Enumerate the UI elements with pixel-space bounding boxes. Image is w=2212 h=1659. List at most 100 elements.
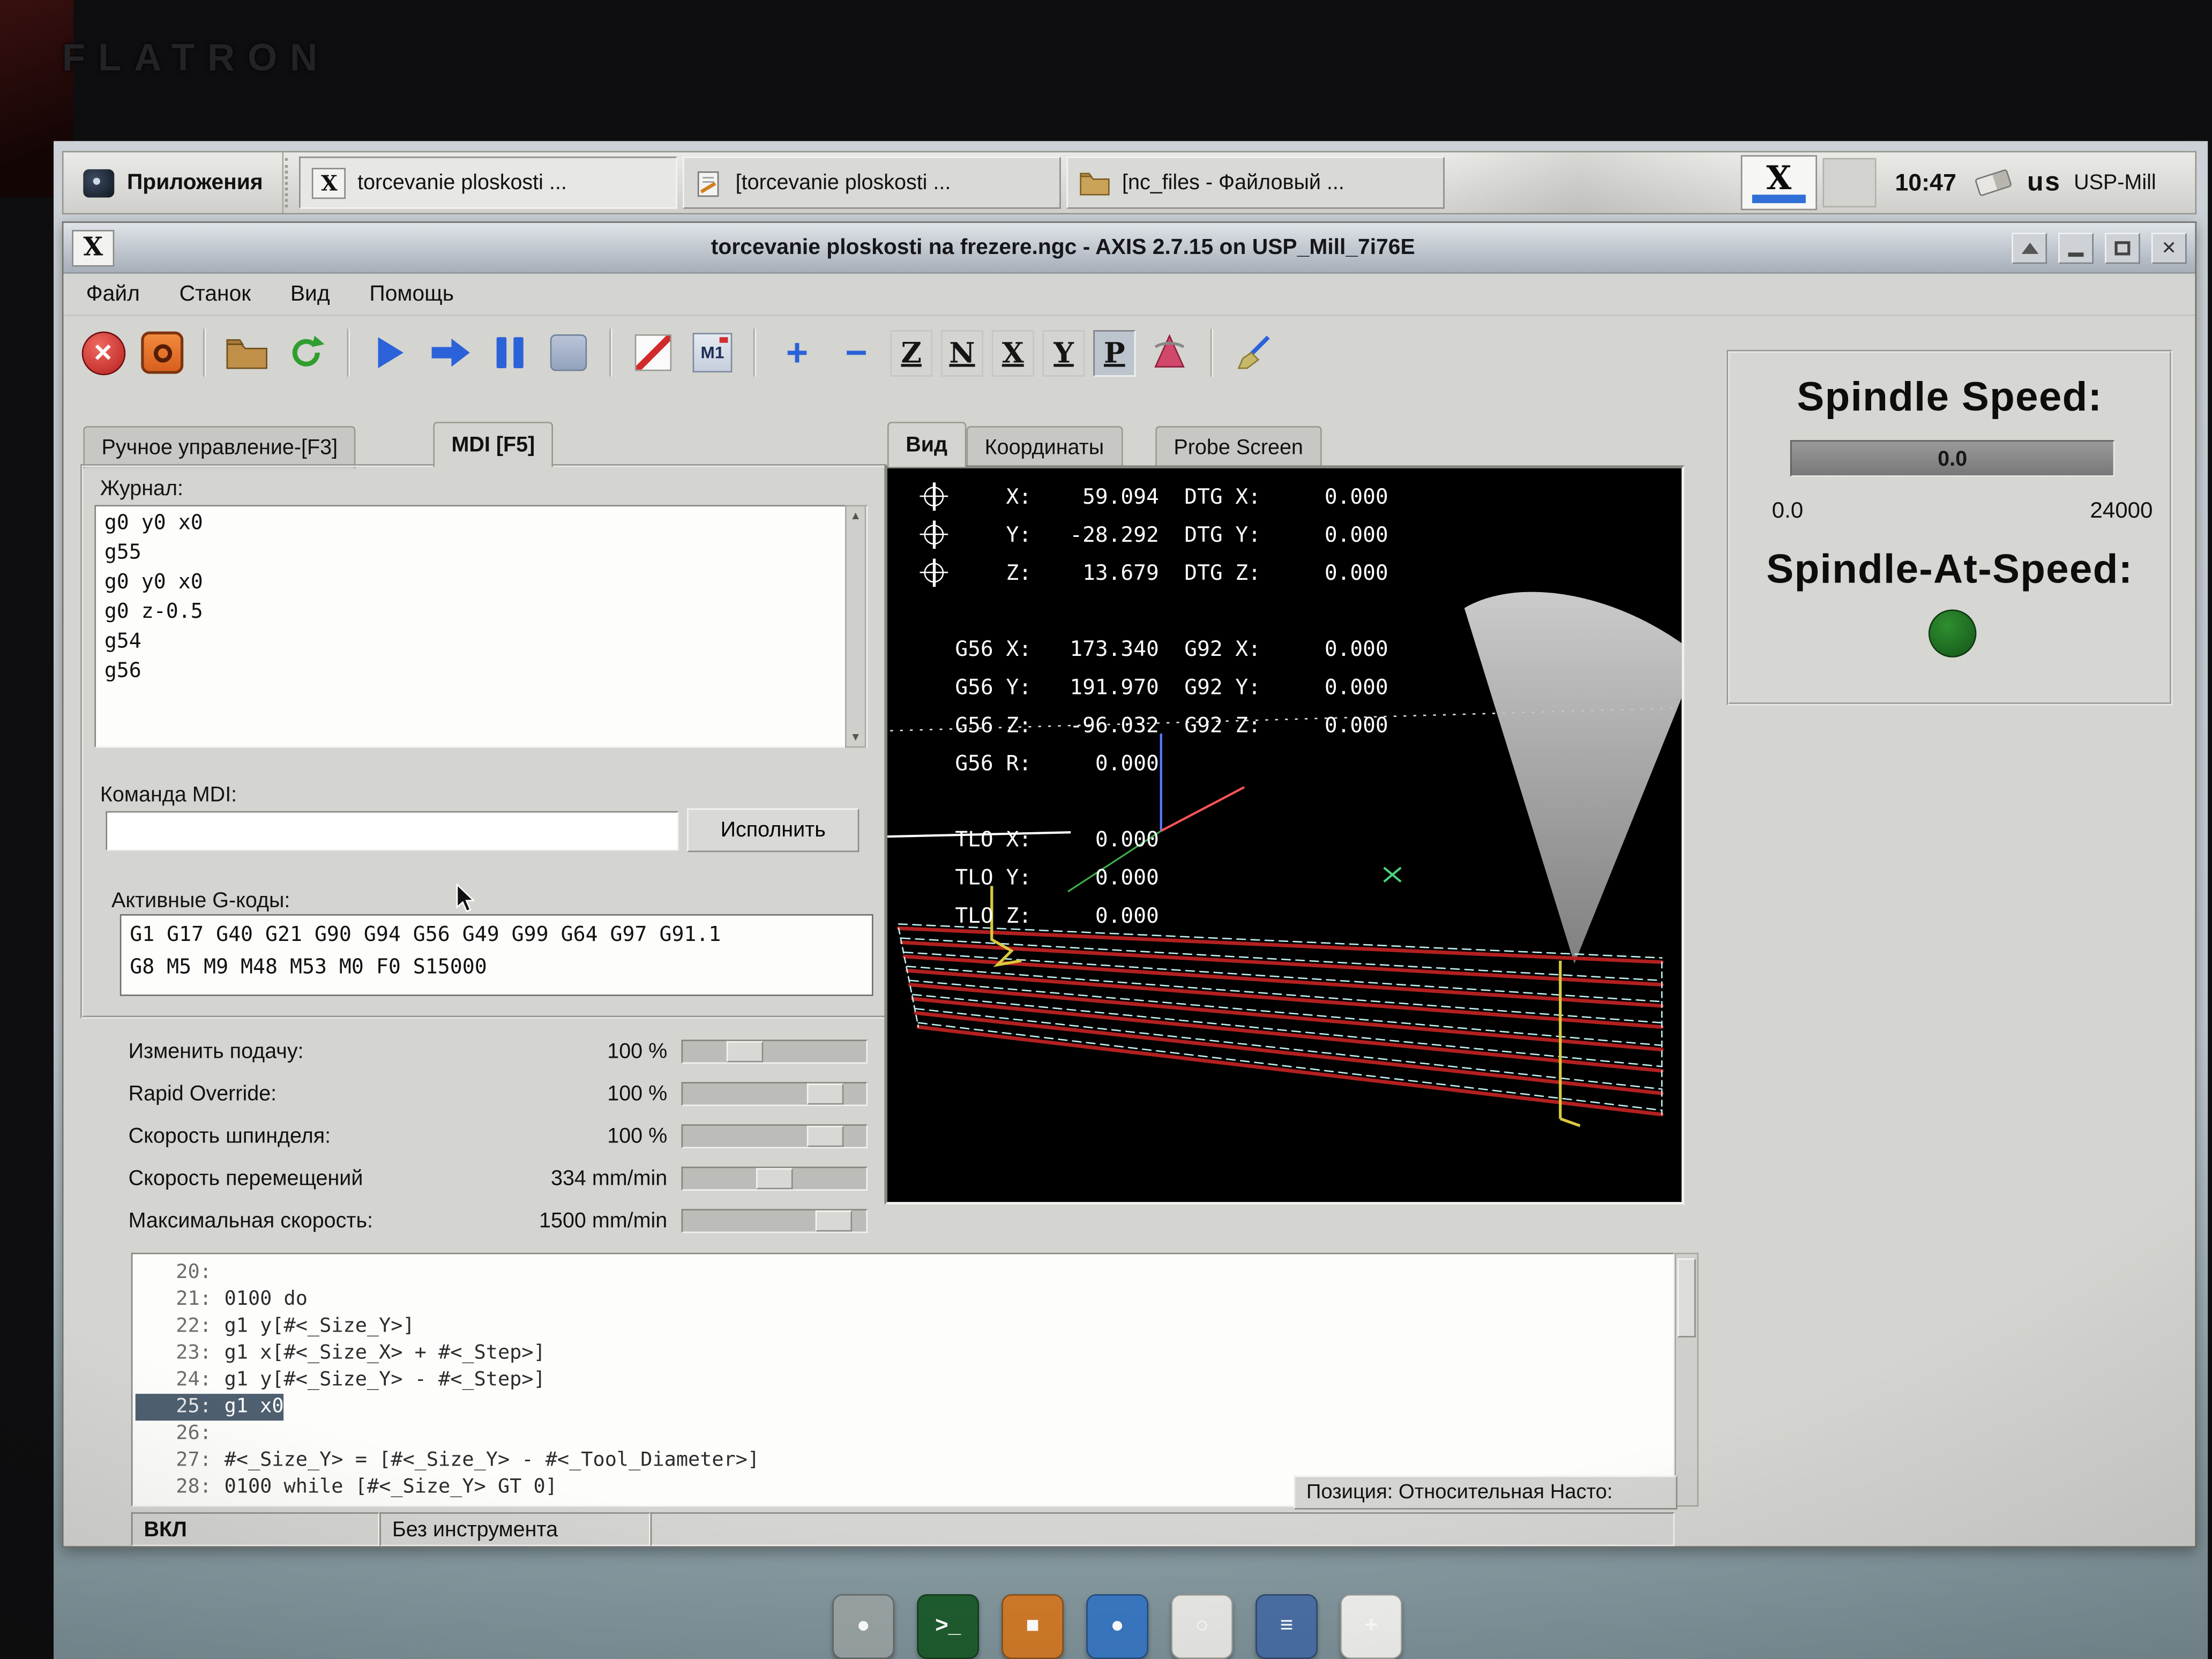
maximize-button[interactable] — [2105, 232, 2140, 263]
run-button[interactable] — [365, 327, 416, 378]
window-titlebar[interactable]: X torcevanie ploskosti na frezere.ngc - … — [63, 223, 2195, 274]
touch-off-button[interactable] — [628, 327, 679, 378]
dock-icon[interactable]: ■ — [1002, 1594, 1064, 1659]
slider-track[interactable] — [682, 1081, 868, 1105]
zoom-out-button[interactable]: − — [831, 327, 882, 378]
broom-icon — [1235, 333, 1274, 372]
view-x-button[interactable]: X — [992, 330, 1034, 376]
tool-info-text: Без инструмента — [392, 1517, 558, 1541]
override-sliders: Изменить подачу: 100 % Rapid Override: 1… — [129, 1033, 868, 1244]
x-logo-tray-icon[interactable]: X — [1741, 155, 1817, 211]
slider-thumb[interactable] — [756, 1168, 793, 1189]
toolbar-separator — [1210, 328, 1213, 377]
slider-track[interactable] — [682, 1208, 868, 1232]
estop-button[interactable]: × — [78, 327, 129, 378]
mdi-command-label: Команда MDI: — [100, 783, 237, 807]
scroll-down-icon[interactable]: ▼ — [850, 731, 861, 744]
view-y-button[interactable]: Y — [1043, 330, 1085, 376]
optional-stop-button[interactable]: M1 — [687, 327, 738, 378]
dro-text: G56 X: 173.340 G92 X: 0.000 — [955, 636, 1388, 661]
gcode-line[interactable]: 22:g1 y[#<_Size_Y>] — [136, 1313, 415, 1340]
gcode-line[interactable]: 26: — [136, 1421, 225, 1447]
toolbar-separator — [609, 328, 612, 377]
dock-icon[interactable]: + — [1340, 1594, 1402, 1659]
gcode-scrollbar-thumb[interactable] — [1677, 1258, 1695, 1337]
keyboard-layout-indicator[interactable]: us — [2014, 152, 2074, 213]
window-title: torcevanie ploskosti na frezere.ngc - AX… — [125, 235, 2000, 260]
view-z2-button[interactable]: N — [941, 330, 983, 376]
dock-icon[interactable]: ● — [1086, 1594, 1148, 1659]
taskbar-task-filemanager[interactable]: [nc_files - Файловый ... — [1067, 156, 1445, 208]
dock-icon[interactable]: ○ — [1171, 1594, 1233, 1659]
slider-track[interactable] — [682, 1039, 868, 1063]
run-from-line-button[interactable] — [424, 327, 475, 378]
eraser-icon[interactable] — [1972, 152, 2015, 213]
minimize-button[interactable] — [2058, 232, 2094, 263]
menubar: Файл Станок Вид Помощь — [63, 274, 2195, 316]
history-item[interactable]: g0 y0 x0 — [104, 569, 858, 598]
close-button[interactable]: ✕ — [2151, 232, 2187, 263]
gcode-line[interactable]: 23:g1 x[#<_Size_X> + #<_Step>] — [136, 1340, 545, 1367]
step-button[interactable] — [543, 327, 594, 378]
gcode-line[interactable]: 24:g1 y[#<_Size_Y> - #<_Step>] — [136, 1367, 545, 1394]
dock-icon[interactable]: >_ — [917, 1594, 979, 1659]
open-file-button[interactable] — [221, 327, 272, 378]
mdi-history-list[interactable]: g0 y0 x0g55g0 y0 x0g0 z-0.5g54g56 — [94, 505, 868, 748]
rotate-view-button[interactable] — [1144, 327, 1195, 378]
view-p-button[interactable]: P — [1093, 330, 1135, 376]
execute-button[interactable]: Исполнить — [687, 809, 859, 853]
gcode-line[interactable]: 28:0100 while [#<_Size_Y> GT 0] — [136, 1474, 557, 1501]
applications-menu[interactable]: Приложения — [63, 152, 284, 213]
scroll-up-icon[interactable]: ▲ — [850, 509, 861, 522]
dock-icon[interactable]: ≡ — [1256, 1594, 1318, 1659]
tab-mdi[interactable]: MDI [F5] — [433, 422, 553, 467]
menu-view[interactable]: Вид — [290, 281, 330, 307]
gcode-line[interactable]: 27:#<_Size_Y> = [#<_Size_Y> - #<_Tool_Di… — [136, 1447, 759, 1474]
history-scrollbar[interactable]: ▲▼ — [845, 505, 866, 748]
slider-thumb[interactable] — [808, 1083, 844, 1104]
gcode-line[interactable]: 25:g1 x0 — [136, 1394, 284, 1421]
menu-machine[interactable]: Станок — [180, 281, 251, 307]
menu-help[interactable]: Помощь — [369, 281, 454, 307]
slider-label: Максимальная скорость: — [129, 1208, 526, 1232]
tab-dro[interactable]: Координаты — [966, 426, 1122, 468]
gcode-line[interactable]: 21:0100 do — [136, 1287, 308, 1313]
history-item[interactable]: g0 z-0.5 — [104, 598, 858, 627]
preview-3d-canvas[interactable]: X: 59.094 DTG X: 0.000 Y: -28.292 DTG Y:… — [885, 466, 1685, 1205]
shade-button[interactable] — [2012, 232, 2047, 263]
taskbar-task-axis[interactable]: X torcevanie ploskosti ... — [300, 156, 678, 208]
reload-button[interactable] — [281, 327, 332, 378]
tab-preview[interactable]: Вид — [887, 422, 966, 467]
taskbar-grip[interactable] — [286, 158, 295, 207]
view-z-button[interactable]: Z — [890, 330, 932, 376]
history-item[interactable]: g54 — [104, 628, 858, 657]
clear-plot-button[interactable] — [1229, 327, 1280, 378]
slider-thumb[interactable] — [727, 1041, 763, 1062]
dro-line: G56 Z: -96.032 G92 Z: 0.000 — [924, 705, 1388, 743]
power-icon — [141, 332, 183, 374]
history-item[interactable]: g55 — [104, 539, 858, 569]
menu-file[interactable]: Файл — [86, 281, 140, 307]
dock-icon[interactable]: ● — [832, 1594, 894, 1659]
history-item[interactable]: g56 — [104, 657, 858, 687]
gcode-listing[interactable]: 20: 21:0100 do 22:g1 y[#<_Size_Y>] 23:g1… — [131, 1253, 1675, 1507]
tab-manual-control[interactable]: Ручное управление-[F3] — [83, 426, 356, 468]
taskbar-clock[interactable]: 10:47 — [1879, 152, 1972, 213]
gcode-line[interactable]: 20: — [136, 1260, 225, 1287]
host-label: USP-Mill — [2074, 152, 2195, 213]
machine-power-button[interactable] — [137, 327, 188, 378]
pause-button[interactable] — [484, 327, 535, 378]
slider-row: Скорость шпинделя: 100 % — [129, 1117, 868, 1154]
tab-probe-screen[interactable]: Probe Screen — [1155, 426, 1321, 468]
slider-thumb[interactable] — [808, 1125, 844, 1146]
history-item[interactable]: g0 y0 x0 — [104, 509, 858, 539]
slider-track[interactable] — [682, 1124, 868, 1148]
gcode-line-number: 23: — [136, 1340, 212, 1367]
gcode-scrollbar[interactable] — [1675, 1253, 1699, 1507]
taskbar-task-editor[interactable]: [torcevanie ploskosti ... — [683, 156, 1062, 208]
zoom-in-button[interactable]: + — [772, 327, 823, 378]
slider-thumb[interactable] — [815, 1210, 851, 1231]
mdi-command-input[interactable] — [106, 811, 678, 851]
dro-line: TLO X: 0.000 — [924, 820, 1388, 858]
slider-track[interactable] — [682, 1166, 868, 1190]
